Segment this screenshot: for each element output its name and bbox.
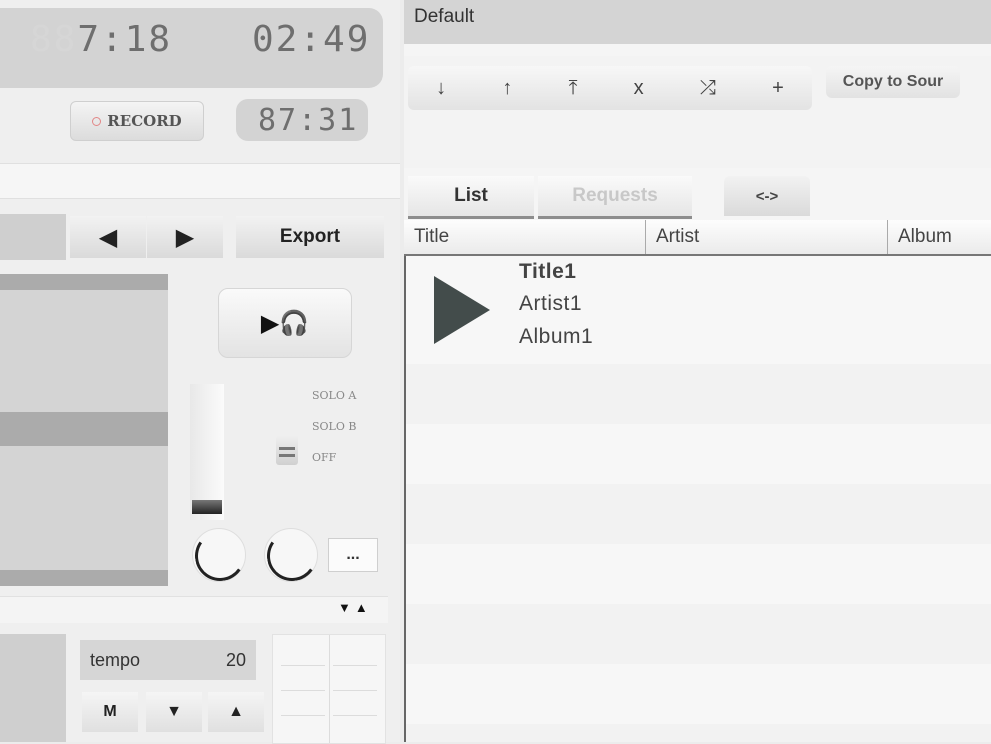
record-dot-icon <box>92 116 102 126</box>
solo-switch[interactable] <box>276 435 298 465</box>
track-list[interactable] <box>404 256 991 742</box>
headphone-preview-button[interactable]: ▶🎧 <box>218 288 352 358</box>
tempo-up-button[interactable]: ▲ <box>208 692 264 732</box>
record-button[interactable]: RECORD <box>70 101 204 141</box>
table-row <box>406 484 991 544</box>
table-row <box>406 724 991 742</box>
tab-list[interactable]: List <box>408 176 534 219</box>
solo-b-label: SOLO B <box>312 420 357 433</box>
solo-a-label: SOLO A <box>312 389 357 402</box>
playlist-name[interactable]: Default <box>404 0 991 44</box>
tab-requests[interactable]: Requests <box>538 176 692 219</box>
column-header: Title Artist Album <box>404 220 991 256</box>
track-artist: Artist1 <box>519 292 583 315</box>
move-up-icon[interactable]: ↑ <box>502 77 512 100</box>
shuffle-icon[interactable]: ⤮ <box>700 77 716 100</box>
lower-strip <box>0 634 66 742</box>
track-album: Album1 <box>519 325 594 348</box>
sort-bar <box>0 596 388 623</box>
table-row <box>406 604 991 664</box>
swap-button[interactable]: <-> <box>724 176 810 216</box>
next-button[interactable]: ▶ <box>147 216 223 258</box>
tempo-label: tempo <box>90 649 141 670</box>
previous-button[interactable]: ◀ <box>70 216 146 258</box>
tempo-down-button[interactable]: ▼ <box>146 692 202 732</box>
move-top-icon[interactable]: ⤒ <box>569 77 578 100</box>
play-icon[interactable] <box>434 276 490 344</box>
pan-knob[interactable] <box>264 528 318 582</box>
waveform-band <box>0 274 168 290</box>
table-row <box>406 544 991 604</box>
level-meter <box>272 634 386 744</box>
table-row <box>406 424 991 484</box>
add-icon[interactable]: + <box>772 77 784 100</box>
tempo-field[interactable]: tempo 20 <box>80 640 256 680</box>
column-artist[interactable]: Artist <box>646 220 888 254</box>
column-album[interactable]: Album <box>888 220 991 254</box>
tool-strip <box>0 214 66 260</box>
fader-handle[interactable] <box>192 500 222 514</box>
move-down-icon[interactable]: ↓ <box>436 77 446 100</box>
copy-to-source-button[interactable]: Copy to Sour <box>826 66 960 98</box>
remove-icon[interactable]: x <box>634 77 644 100</box>
table-row[interactable] <box>406 256 991 364</box>
tempo-m-button[interactable]: M <box>82 692 138 732</box>
track-title: Title1 <box>519 260 577 283</box>
gain-knob[interactable] <box>192 528 246 582</box>
tempo-value: 20 <box>225 649 246 670</box>
waveform-band <box>0 570 168 586</box>
elapsed-time: 887:18 <box>30 19 173 60</box>
waveform-band <box>0 412 168 446</box>
table-row <box>406 364 991 424</box>
sort-arrows-icon[interactable]: ▼▲ <box>338 600 372 615</box>
divider-strip <box>0 163 400 199</box>
remaining-time: 02:49 <box>252 19 371 60</box>
column-title[interactable]: Title <box>404 220 646 254</box>
table-row <box>406 664 991 724</box>
waveform-area[interactable] <box>0 274 168 586</box>
more-options-button[interactable]: ... <box>328 538 378 572</box>
solo-off-label: OFF <box>312 451 337 464</box>
counter-value: 87:31 <box>258 103 359 138</box>
export-button[interactable]: Export <box>236 216 384 258</box>
playlist-toolbar: ↓ ↑ ⤒ x ⤮ + <box>408 66 812 110</box>
